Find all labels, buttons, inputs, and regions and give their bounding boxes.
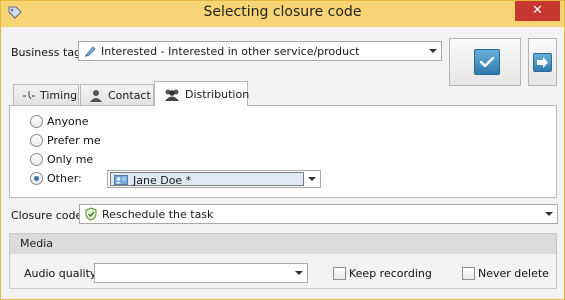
- closure-code-dropdown[interactable]: Reschedule the task: [79, 204, 558, 224]
- chevron-down-icon[interactable]: [545, 212, 553, 216]
- radio-prefer-me-label: Prefer me: [47, 134, 101, 147]
- arrow-right-icon: [533, 53, 552, 72]
- closure-code-value: Reschedule the task: [102, 208, 214, 221]
- closure-code-dialog: Selecting closure code ✕ Business tag In…: [0, 0, 565, 300]
- closure-code-label: Closure code: [11, 209, 83, 222]
- tab-timing[interactable]: Timing: [13, 84, 79, 105]
- next-button[interactable]: [528, 38, 557, 86]
- tab-timing-label: Timing: [40, 89, 78, 102]
- chevron-down-icon[interactable]: [295, 271, 303, 275]
- radio-anyone-label: Anyone: [47, 115, 89, 128]
- chevron-down-icon[interactable]: [429, 49, 437, 53]
- keep-recording-label: Keep recording: [349, 267, 432, 280]
- radio-other[interactable]: [30, 172, 43, 185]
- other-person-value: Jane Doe *: [133, 174, 192, 187]
- people-icon: [165, 89, 179, 101]
- window-title: Selecting closure code: [203, 4, 362, 20]
- tab-distribution[interactable]: Distribution: [154, 81, 250, 106]
- radio-anyone[interactable]: [30, 115, 43, 128]
- audio-quality-label: Audio quality: [24, 267, 97, 280]
- other-person-field[interactable]: Jane Doe *: [110, 172, 304, 187]
- tab-contact-label: Contact: [108, 89, 151, 102]
- business-tag-dropdown[interactable]: Interested - Interested in other service…: [78, 41, 442, 61]
- pencil-tag-icon: [85, 46, 96, 57]
- audio-quality-dropdown[interactable]: [94, 263, 308, 283]
- radio-only-me-label: Only me: [47, 153, 94, 166]
- tab-contact[interactable]: Contact: [80, 84, 154, 105]
- title-bar: Selecting closure code ✕: [1, 1, 564, 27]
- radio-other-label: Other:: [47, 172, 82, 185]
- tab-distribution-label: Distribution: [185, 88, 250, 101]
- chevron-down-icon[interactable]: [308, 177, 316, 181]
- business-tag-value: Interested - Interested in other service…: [101, 45, 360, 58]
- radio-only-me[interactable]: [30, 153, 43, 166]
- person-icon: [90, 90, 102, 102]
- close-button[interactable]: ✕: [515, 1, 560, 21]
- never-delete-checkbox[interactable]: [462, 267, 475, 280]
- close-icon: ✕: [532, 3, 543, 18]
- other-person-dropdown[interactable]: Jane Doe *: [107, 170, 321, 188]
- never-delete-label: Never delete: [478, 267, 549, 280]
- media-group-header: Media: [10, 234, 556, 254]
- radio-prefer-me[interactable]: [30, 134, 43, 147]
- confirm-button[interactable]: [449, 38, 521, 86]
- keep-recording-checkbox[interactable]: [333, 267, 346, 280]
- media-group-label: Media: [20, 237, 54, 250]
- clock-icon: [23, 91, 35, 100]
- business-tag-label: Business tag: [11, 46, 82, 59]
- checkmark-icon: [474, 49, 500, 75]
- contact-card-icon: [114, 175, 128, 185]
- shield-check-icon: [85, 207, 97, 221]
